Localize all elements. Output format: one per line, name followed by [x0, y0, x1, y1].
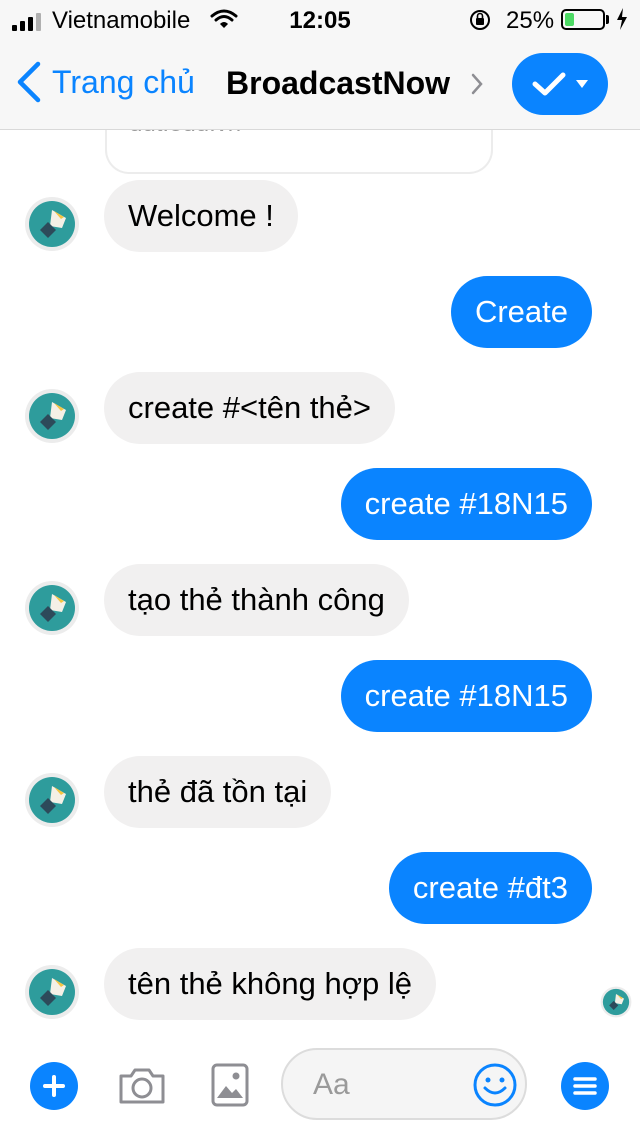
- message-bubble-incoming[interactable]: Welcome !: [104, 180, 298, 252]
- bot-avatar-icon: [25, 581, 79, 635]
- battery-level-fill: [565, 13, 574, 26]
- message-bubble-incoming[interactable]: create #<tên thẻ>: [104, 372, 396, 444]
- status-bar: Vietnamobile 12:05 25%: [0, 0, 640, 40]
- message-bubble-incoming[interactable]: thẻ đã tồn tại: [104, 756, 332, 828]
- emoji-icon[interactable]: [472, 1062, 518, 1113]
- link-domain: dut.edu.vn: [129, 130, 241, 138]
- battery-icon: [561, 9, 605, 30]
- link-preview-card[interactable]: dut.edu.vn: [105, 130, 493, 174]
- orientation-lock-icon: [468, 8, 492, 39]
- bot-avatar-icon: [25, 965, 79, 1019]
- message-bubble-incoming[interactable]: tên thẻ không hợp lệ: [104, 948, 437, 1020]
- chat-title[interactable]: BroadcastNow: [226, 65, 450, 102]
- bot-avatar-icon: [25, 773, 79, 827]
- message-bubble-outgoing[interactable]: create #18N15: [340, 468, 592, 540]
- message-input[interactable]: Aa: [281, 1048, 527, 1120]
- seen-indicator-avatar-icon: [600, 986, 632, 1018]
- chevron-right-icon[interactable]: [470, 72, 484, 101]
- composer-bar: Aa: [0, 1040, 640, 1136]
- messenger-screen: Vietnamobile 12:05 25% Trang chủ Broadca…: [0, 0, 640, 1136]
- back-label: Trang chủ: [52, 63, 195, 100]
- caret-down-icon: [576, 80, 588, 88]
- message-input-placeholder: Aa: [313, 1068, 350, 1101]
- message-list[interactable]: dut.edu.vn: [0, 130, 640, 1040]
- plus-button[interactable]: [30, 1062, 78, 1110]
- check-dropdown-button[interactable]: [512, 53, 608, 115]
- bot-avatar-icon: [25, 197, 79, 251]
- navigation-bar: Trang chủ BroadcastNow: [0, 40, 640, 130]
- charging-icon: [616, 8, 628, 37]
- chevron-left-icon: [17, 61, 41, 103]
- back-button[interactable]: Trang chủ: [16, 60, 195, 104]
- battery-tip: [606, 15, 609, 24]
- battery-percent: 25%: [506, 7, 555, 34]
- message-bubble-incoming[interactable]: tạo thẻ thành công: [104, 564, 409, 636]
- menu-icon: [573, 1077, 597, 1095]
- message-bubble-outgoing[interactable]: Create: [450, 276, 592, 348]
- bot-avatar-icon: [25, 389, 79, 443]
- check-icon: [532, 72, 566, 96]
- menu-button[interactable]: [561, 1062, 609, 1110]
- camera-icon[interactable]: [117, 1064, 167, 1111]
- message-bubble-outgoing[interactable]: create #đt3: [388, 852, 592, 924]
- message-bubble-outgoing[interactable]: create #18N15: [340, 660, 592, 732]
- plus-icon: [43, 1075, 65, 1097]
- photo-icon[interactable]: [210, 1062, 250, 1113]
